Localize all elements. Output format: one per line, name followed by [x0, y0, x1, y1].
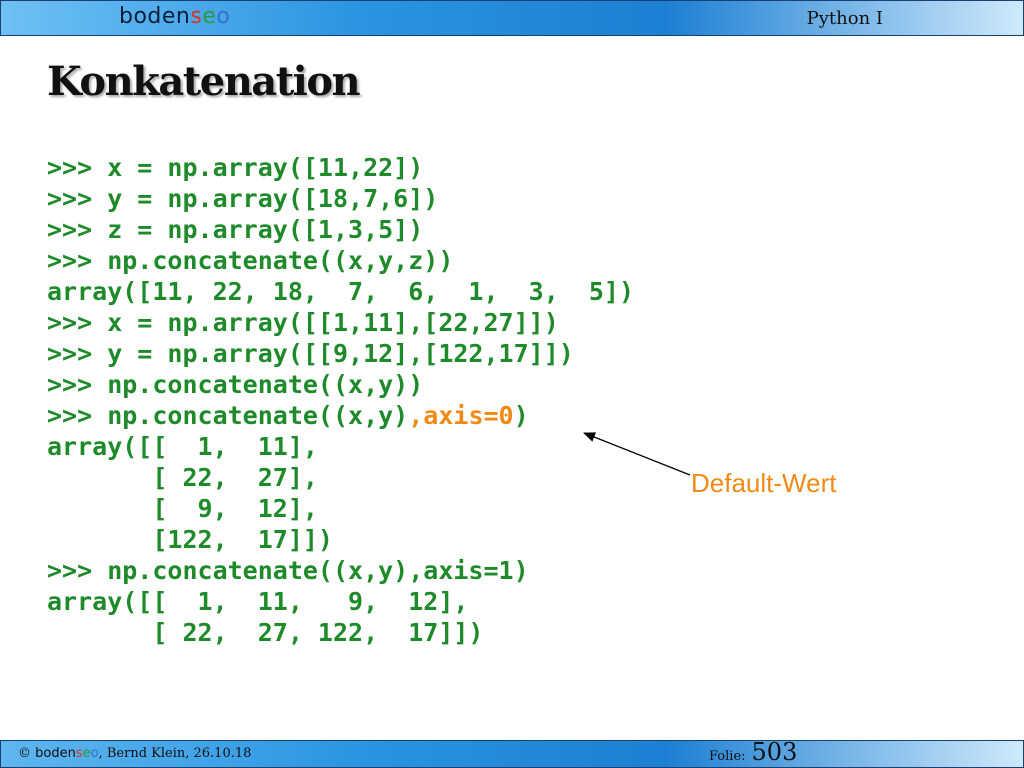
default-value-annotation: Default-Wert: [691, 468, 837, 498]
footer-bar: © bodenseo, Bernd Klein, 26.10.18 Folie:…: [0, 738, 1024, 768]
footer-credit: © bodenseo, Bernd Klein, 26.10.18: [18, 746, 252, 761]
annotation-arrow: [583, 432, 691, 476]
footer-logo: bodenseo: [35, 746, 99, 761]
slide-number: Folie: 503: [709, 738, 798, 766]
